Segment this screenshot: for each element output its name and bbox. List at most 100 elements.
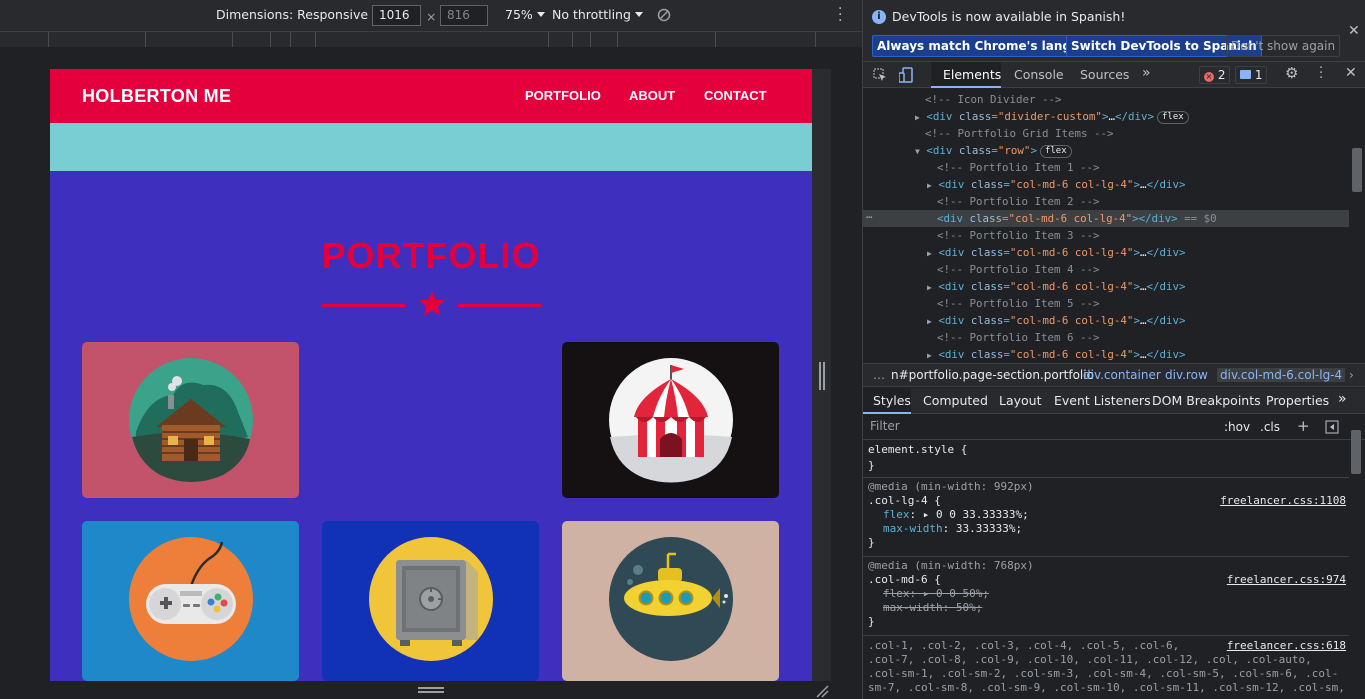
dom-node-comment[interactable]: <!-- Portfolio Item 4 --> xyxy=(863,261,1349,278)
device-toggle-icon[interactable] xyxy=(899,67,913,83)
dimensions-label: Dimensions: Responsive xyxy=(216,7,369,22)
rule-property-overridden[interactable]: flex: ▸ 0 0 50%; xyxy=(883,587,989,601)
close-icon[interactable]: ✕ xyxy=(1348,23,1360,39)
site-brand[interactable]: HOLBERTON ME xyxy=(82,86,231,107)
tab-sources[interactable]: Sources xyxy=(1080,67,1129,82)
rule-property[interactable]: flex: ▸ 0 0 33.33333%; xyxy=(883,508,1029,522)
dimensions-dropdown[interactable]: Dimensions: Responsive xyxy=(216,7,381,22)
rule-property[interactable]: max-width: 33.33333%; xyxy=(883,522,1022,536)
portfolio-item-6[interactable] xyxy=(562,521,779,681)
tab-dom-breakpoints[interactable]: DOM Breakpoints xyxy=(1152,393,1261,408)
tab-properties[interactable]: Properties xyxy=(1266,393,1329,408)
zoom-dropdown[interactable]: 75% xyxy=(505,7,545,22)
tab-layout[interactable]: Layout xyxy=(999,393,1042,408)
breadcrumb-item[interactable]: div.row xyxy=(1165,368,1208,382)
close-devtools-icon[interactable]: ✕ xyxy=(1345,65,1357,81)
dom-tree: <!-- Icon Divider --> ▶ <div class="divi… xyxy=(863,89,1365,361)
breadcrumb-item[interactable]: div.container xyxy=(1083,368,1161,382)
media-query-ruler[interactable] xyxy=(0,31,862,47)
tab-computed[interactable]: Computed xyxy=(923,393,988,408)
more-tabs-icon[interactable]: » xyxy=(1338,391,1347,407)
dom-node-item[interactable]: ▶ <div class="col-md-6 col-lg-4">…</div> xyxy=(863,244,1349,261)
rule-selector: element.style { xyxy=(868,443,968,456)
tab-elements[interactable]: Elements xyxy=(943,67,1001,82)
dom-scrollbar[interactable] xyxy=(1351,89,1363,361)
throttling-dropdown[interactable]: No throttling xyxy=(552,7,643,22)
tab-event-listeners[interactable]: Event Listeners xyxy=(1054,393,1151,408)
divider-line-left xyxy=(322,304,405,307)
dom-node-comment[interactable]: <!-- Portfolio Item 2 --> xyxy=(863,193,1349,210)
dom-node-item[interactable]: ▶ <div class="col-md-6 col-lg-4">…</div> xyxy=(863,346,1349,361)
styles-subtabs: Styles Computed Layout Event Listeners D… xyxy=(863,388,1365,414)
add-rule-icon[interactable]: + xyxy=(1297,417,1310,435)
rule-close: } xyxy=(868,459,875,472)
dom-node-item[interactable]: ▶ <div class="col-md-6 col-lg-4">…</div> xyxy=(863,312,1349,329)
rule-media: @media (min-width: 768px) xyxy=(868,559,1034,572)
more-options-icon[interactable]: · · · xyxy=(838,2,848,28)
settings-gear-icon[interactable]: ⚙ xyxy=(1285,64,1298,82)
cabin-icon xyxy=(129,358,253,482)
section-title: PORTFOLIO xyxy=(321,235,541,276)
breadcrumb-item-active[interactable]: div.col-md-6.col-lg-4 xyxy=(1217,368,1346,382)
rule-selector: .col-lg-4 { xyxy=(868,494,941,507)
message-badge[interactable]: 1 xyxy=(1235,66,1268,84)
nav-contact[interactable]: CONTACT xyxy=(704,88,767,103)
width-input[interactable]: 1016 xyxy=(372,5,421,26)
more-options-icon[interactable]: · · · xyxy=(1319,62,1323,85)
rule-selector-line: sm-7, .col-sm-8, .col-sm-9, .col-sm-10, … xyxy=(868,681,1345,694)
toggle-sidebar-icon[interactable] xyxy=(1325,420,1339,434)
breadcrumb-overflow[interactable]: … xyxy=(873,368,885,382)
nav-portfolio[interactable]: PORTFOLIO xyxy=(525,88,601,103)
device-emulation-pane: Dimensions: Responsive 1016 × 816 75% No… xyxy=(0,0,862,699)
style-rule-col-lg-4[interactable]: @media (min-width: 992px) .col-lg-4 { fr… xyxy=(863,478,1349,557)
page-viewport: HOLBERTON ME PORTFOLIO ABOUT CONTACT POR… xyxy=(50,69,812,681)
dom-node-comment[interactable]: <!-- Portfolio Item 1 --> xyxy=(863,159,1349,176)
rule-property-overridden[interactable]: max-width: 50%; xyxy=(883,601,982,615)
rule-source-link[interactable]: freelancer.css:974 xyxy=(1227,573,1346,587)
dom-node-item[interactable]: ▶ <div class="col-md-6 col-lg-4">…</div> xyxy=(863,176,1349,193)
rule-source-link[interactable]: freelancer.css:618 xyxy=(1227,639,1346,653)
style-rule-element[interactable]: element.style { } xyxy=(863,441,1349,478)
dom-node-comment[interactable]: <!-- Portfolio Grid Items --> xyxy=(863,125,1349,142)
dom-scrollbar-thumb[interactable] xyxy=(1352,148,1362,192)
dom-node-divider[interactable]: ▶ <div class="divider-custom">…</div> fle… xyxy=(863,108,1349,125)
nav-about[interactable]: ABOUT xyxy=(629,88,675,103)
rule-source-link[interactable]: freelancer.css:1108 xyxy=(1220,494,1346,508)
message-count: 1 xyxy=(1254,68,1263,82)
height-input[interactable]: 816 xyxy=(440,5,488,26)
portfolio-item-4[interactable] xyxy=(82,521,299,681)
more-tabs-icon[interactable]: » xyxy=(1142,65,1151,81)
tab-console[interactable]: Console xyxy=(1014,67,1064,82)
rule-selector-line: .col-sm-1, .col-sm-2, .col-sm-3, .col-sm… xyxy=(868,667,1339,680)
styles-filter-input[interactable]: Filter xyxy=(865,417,1213,437)
resize-handle-bottom-icon[interactable] xyxy=(418,686,444,694)
error-badge[interactable]: × 2 xyxy=(1199,66,1231,84)
hover-state-toggle[interactable]: :hov xyxy=(1224,420,1250,434)
portfolio-item-5[interactable] xyxy=(322,521,539,681)
inspect-element-icon[interactable] xyxy=(873,68,887,82)
dom-node-item-selected[interactable]: … <div class="col-md-6 col-lg-4"></div> =… xyxy=(863,208,1349,227)
dom-node-comment[interactable]: <!-- Portfolio Item 3 --> xyxy=(863,227,1349,244)
dom-node-comment[interactable]: <!-- Portfolio Item 6 --> xyxy=(863,329,1349,346)
styles-scrollbar-thumb[interactable] xyxy=(1351,430,1361,474)
style-rule-col-md-6[interactable]: @media (min-width: 768px) .col-md-6 { fr… xyxy=(863,557,1349,636)
resize-handle-icon[interactable] xyxy=(818,362,826,390)
breadcrumb-item[interactable]: n#portfolio.page-section.portfolio xyxy=(891,368,1094,382)
rotate-disabled-icon[interactable] xyxy=(657,8,671,22)
resize-corner-icon[interactable] xyxy=(815,684,829,698)
rule-close: } xyxy=(868,615,875,628)
class-toggle[interactable]: .cls xyxy=(1260,420,1280,434)
dom-node-comment[interactable]: <!-- Icon Divider --> xyxy=(863,91,1349,108)
style-rule-col-list[interactable]: freelancer.css:618 .col-1, .col-2, .col-… xyxy=(863,636,1349,699)
chevron-down-icon xyxy=(536,12,545,17)
message-icon xyxy=(1240,70,1251,79)
dom-node-item[interactable]: ▶ <div class="col-md-6 col-lg-4">…</div> xyxy=(863,278,1349,295)
dom-node-comment[interactable]: <!-- Portfolio Item 5 --> xyxy=(863,295,1349,312)
portfolio-item-1[interactable] xyxy=(82,342,299,498)
dom-node-row[interactable]: ▼ <div class="row"> flex xyxy=(863,142,1349,159)
dont-show-again-button[interactable]: Don't show again xyxy=(1226,35,1341,57)
chevron-right-icon[interactable]: › xyxy=(1349,368,1354,382)
portfolio-item-3[interactable] xyxy=(562,342,779,498)
devtools-panel: i DevTools is now available in Spanish! … xyxy=(862,0,1365,699)
tab-styles[interactable]: Styles xyxy=(873,393,911,408)
